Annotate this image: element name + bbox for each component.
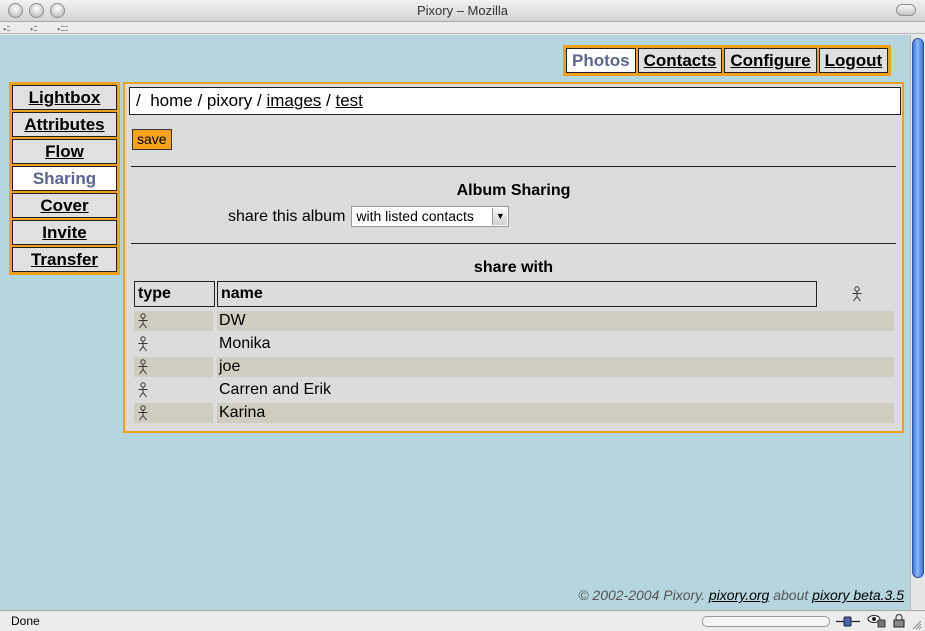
breadcrumb-separator: / bbox=[326, 91, 331, 110]
tab-logout[interactable]: Logout bbox=[818, 48, 889, 73]
table-row[interactable]: Carren and Erik bbox=[134, 380, 894, 400]
column-header-type[interactable]: type bbox=[134, 281, 215, 307]
breadcrumb-home: home bbox=[150, 91, 193, 110]
tab-photos[interactable]: Photos bbox=[566, 48, 636, 73]
status-bar: Done bbox=[0, 610, 925, 631]
person-icon bbox=[138, 382, 148, 398]
page-content: Photos Contacts Configure Logout Lightbo… bbox=[0, 35, 910, 610]
footer-link-pixory-org[interactable]: pixory.org bbox=[709, 587, 769, 603]
main-panel: / home / pixory / images / test save Alb… bbox=[123, 82, 904, 433]
breadcrumb-link-test[interactable]: test bbox=[336, 91, 363, 110]
share-album-row: share this album with listed contacts ▼ bbox=[228, 206, 510, 227]
add-contact-person-icon[interactable] bbox=[851, 286, 863, 302]
footer-link-version[interactable]: pixory beta.3.5 bbox=[812, 587, 904, 603]
sidebar-item-sharing[interactable]: Sharing bbox=[12, 166, 117, 191]
breadcrumb-separator: / bbox=[257, 91, 262, 110]
lock-icon[interactable] bbox=[892, 614, 908, 628]
footer-about: about bbox=[769, 587, 813, 603]
type-cell bbox=[134, 334, 213, 354]
divider bbox=[131, 243, 896, 244]
footer: © 2002-2004 Pixory. pixory.org about pix… bbox=[578, 587, 904, 603]
footer-copyright: © 2002-2004 Pixory. bbox=[578, 587, 709, 603]
collapsed-toolbar-strip: ▸⁚⁚⁚ ▸⁚⁚⁚ ▸⁚⁚⁚⁚⁚⁚ bbox=[0, 22, 925, 34]
resize-grip-icon[interactable] bbox=[911, 619, 922, 630]
share-mode-select[interactable]: with listed contacts ▼ bbox=[351, 206, 510, 227]
table-row[interactable]: joe bbox=[134, 357, 894, 377]
sidebar-item-invite[interactable]: Invite bbox=[12, 220, 117, 245]
chevron-down-icon: ▼ bbox=[492, 208, 508, 225]
sidebar-item-flow[interactable]: Flow bbox=[12, 139, 117, 164]
person-icon bbox=[138, 336, 148, 352]
progress-bar bbox=[702, 616, 830, 627]
online-status-icon[interactable] bbox=[836, 615, 860, 628]
type-cell bbox=[134, 403, 213, 423]
breadcrumb-pixory: pixory bbox=[206, 91, 253, 110]
tab-contacts[interactable]: Contacts bbox=[637, 48, 723, 73]
share-mode-value: with listed contacts bbox=[356, 208, 474, 224]
column-header-name[interactable]: name bbox=[217, 281, 817, 307]
tab-configure[interactable]: Configure bbox=[724, 48, 817, 73]
window-titlebar: Pixory – Mozilla bbox=[0, 0, 925, 22]
table-row[interactable]: Monika bbox=[134, 334, 894, 354]
table-row[interactable]: Karina bbox=[134, 403, 894, 423]
breadcrumb-root: / bbox=[136, 91, 141, 110]
person-icon bbox=[138, 359, 148, 375]
person-icon bbox=[138, 313, 148, 329]
breadcrumb-separator: / bbox=[197, 91, 203, 110]
divider bbox=[131, 166, 896, 167]
table-row[interactable]: DW bbox=[134, 311, 894, 331]
scrollbar-thumb[interactable] bbox=[912, 38, 924, 578]
save-button[interactable]: save bbox=[132, 129, 172, 150]
side-navigation: Lightbox Attributes Flow Sharing Cover I… bbox=[9, 82, 120, 275]
sidebar-item-cover[interactable]: Cover bbox=[12, 193, 117, 218]
contact-name: joe bbox=[217, 357, 894, 377]
person-icon bbox=[138, 405, 148, 421]
contact-name: Karina bbox=[217, 403, 894, 423]
top-navigation: Photos Contacts Configure Logout bbox=[563, 45, 892, 76]
toolbar-toggle-button[interactable] bbox=[896, 4, 916, 16]
toolbar-grip-icon[interactable]: ▸⁚⁚⁚⁚⁚⁚ bbox=[57, 25, 69, 33]
toolbar-grip-icon[interactable]: ▸⁚⁚⁚ bbox=[3, 25, 11, 33]
sidebar-item-attributes[interactable]: Attributes bbox=[12, 112, 117, 137]
share-album-label: share this album bbox=[228, 207, 346, 225]
type-cell bbox=[134, 380, 213, 400]
sidebar-item-transfer[interactable]: Transfer bbox=[12, 247, 117, 272]
share-with-heading: share with bbox=[473, 259, 554, 276]
status-text: Done bbox=[11, 614, 40, 628]
contact-name: Carren and Erik bbox=[217, 380, 894, 400]
security-icon[interactable] bbox=[866, 614, 886, 628]
breadcrumb-link-images[interactable]: images bbox=[266, 91, 321, 110]
sidebar-item-lightbox[interactable]: Lightbox bbox=[12, 85, 117, 110]
type-cell bbox=[134, 357, 213, 377]
vertical-scrollbar[interactable] bbox=[910, 35, 925, 610]
contact-name: Monika bbox=[217, 334, 894, 354]
album-sharing-heading: Album Sharing bbox=[456, 182, 571, 199]
window-title: Pixory – Mozilla bbox=[416, 3, 509, 18]
contact-name: DW bbox=[217, 311, 894, 331]
type-cell bbox=[134, 311, 213, 331]
toolbar-grip-icon[interactable]: ▸⁚⁚⁚ bbox=[30, 25, 38, 33]
breadcrumb: / home / pixory / images / test bbox=[129, 87, 901, 115]
